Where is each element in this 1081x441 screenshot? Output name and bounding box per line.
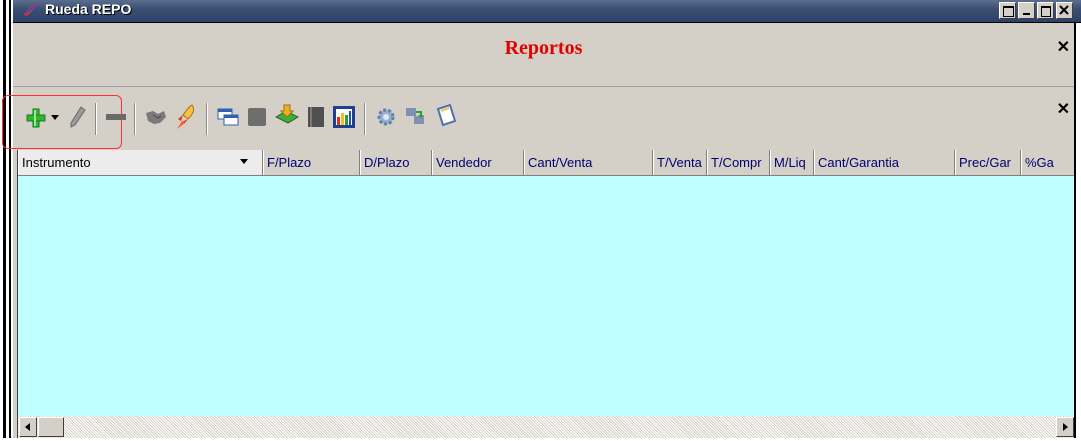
toolbar-separator bbox=[134, 103, 136, 135]
export-icon[interactable] bbox=[274, 103, 300, 129]
remove-icon[interactable] bbox=[105, 111, 127, 123]
app-logo-icon bbox=[24, 4, 40, 16]
stop-icon[interactable] bbox=[246, 106, 268, 128]
column-label: M/Liq bbox=[774, 155, 806, 170]
horizontal-scrollbar[interactable] bbox=[18, 416, 1075, 438]
bar-chart-icon[interactable] bbox=[332, 105, 356, 129]
column-header-cant-venta[interactable]: Cant/Venta bbox=[524, 150, 653, 175]
clipboard-icon[interactable] bbox=[434, 103, 458, 129]
column-label: Prec/Gar bbox=[959, 155, 1012, 170]
column-header-cant-garantia[interactable]: Cant/Garantia bbox=[814, 150, 955, 175]
column-header-prec-gar[interactable]: Prec/Gar bbox=[955, 150, 1021, 175]
dropdown-arrow-icon[interactable] bbox=[51, 115, 59, 121]
scroll-left-button[interactable] bbox=[19, 417, 37, 437]
close-icon bbox=[1059, 5, 1069, 15]
column-header-instrumento[interactable]: Instrumento bbox=[18, 150, 263, 175]
data-grid[interactable]: Instrumento F/Plazo D/Plazo Vendedor Can… bbox=[17, 150, 1075, 438]
column-label: Cant/Venta bbox=[528, 155, 593, 170]
toolbar-separator bbox=[206, 103, 208, 135]
column-label: D/Plazo bbox=[364, 155, 410, 170]
toolbar-close-icon[interactable]: ✕ bbox=[1057, 99, 1070, 119]
handshake-icon[interactable] bbox=[144, 105, 168, 129]
column-label: %Ga bbox=[1025, 155, 1054, 170]
window-left-border bbox=[0, 0, 13, 438]
add-icon[interactable] bbox=[25, 107, 47, 129]
edit-pencil-icon[interactable] bbox=[68, 105, 88, 129]
reportos-panel: Reportos ✕ ✕ Instrumento F/Plazo D/Plazo… bbox=[2, 23, 1075, 438]
rocket-icon[interactable] bbox=[174, 103, 198, 131]
notebook-icon[interactable] bbox=[306, 106, 326, 128]
copy-window-icon[interactable] bbox=[216, 107, 240, 127]
column-header-d-plazo[interactable]: D/Plazo bbox=[360, 150, 432, 175]
refresh-arrows-icon[interactable] bbox=[404, 105, 428, 129]
toolbar-separator bbox=[364, 103, 366, 135]
column-header-t-compr[interactable]: T/Compr bbox=[707, 150, 770, 175]
arrow-left-icon bbox=[25, 423, 30, 431]
scroll-thumb[interactable] bbox=[38, 417, 64, 437]
column-label: Instrumento bbox=[22, 155, 91, 170]
column-header-f-plazo[interactable]: F/Plazo bbox=[263, 150, 360, 175]
toolbar: ✕ bbox=[13, 89, 1074, 147]
column-label: Vendedor bbox=[436, 155, 492, 170]
column-label: T/Compr bbox=[711, 155, 762, 170]
settings-gear-icon[interactable] bbox=[374, 105, 398, 129]
maximize-button[interactable] bbox=[1037, 2, 1054, 19]
toolbar-separator bbox=[95, 103, 97, 135]
app-window: Rueda REPO Reportos ✕ ✕ Instrumento F/Pl… bbox=[0, 0, 1081, 438]
grid-column-header: Instrumento F/Plazo D/Plazo Vendedor Can… bbox=[18, 150, 1075, 176]
window-right-border bbox=[1074, 23, 1081, 438]
minimize-button[interactable] bbox=[1018, 2, 1035, 19]
arrow-right-icon bbox=[1063, 423, 1068, 431]
column-header-pct-garantia[interactable]: %Ga bbox=[1021, 150, 1075, 175]
column-header-m-liq[interactable]: M/Liq bbox=[770, 150, 814, 175]
window-title: Rueda REPO bbox=[45, 1, 132, 17]
column-label: Cant/Garantia bbox=[818, 155, 899, 170]
column-label: T/Venta bbox=[657, 155, 702, 170]
column-header-t-venta[interactable]: T/Venta bbox=[653, 150, 707, 175]
scroll-right-button[interactable] bbox=[1056, 417, 1074, 437]
window-titlebar[interactable]: Rueda REPO bbox=[13, 0, 1081, 23]
restore-button[interactable] bbox=[999, 2, 1016, 19]
column-header-vendedor[interactable]: Vendedor bbox=[432, 150, 524, 175]
panel-title: Reportos bbox=[504, 37, 583, 59]
chevron-down-icon[interactable] bbox=[240, 159, 248, 164]
close-button[interactable] bbox=[1056, 2, 1073, 19]
panel-close-icon[interactable]: ✕ bbox=[1057, 37, 1070, 57]
panel-header: Reportos ✕ bbox=[13, 23, 1074, 87]
column-label: F/Plazo bbox=[267, 155, 312, 170]
